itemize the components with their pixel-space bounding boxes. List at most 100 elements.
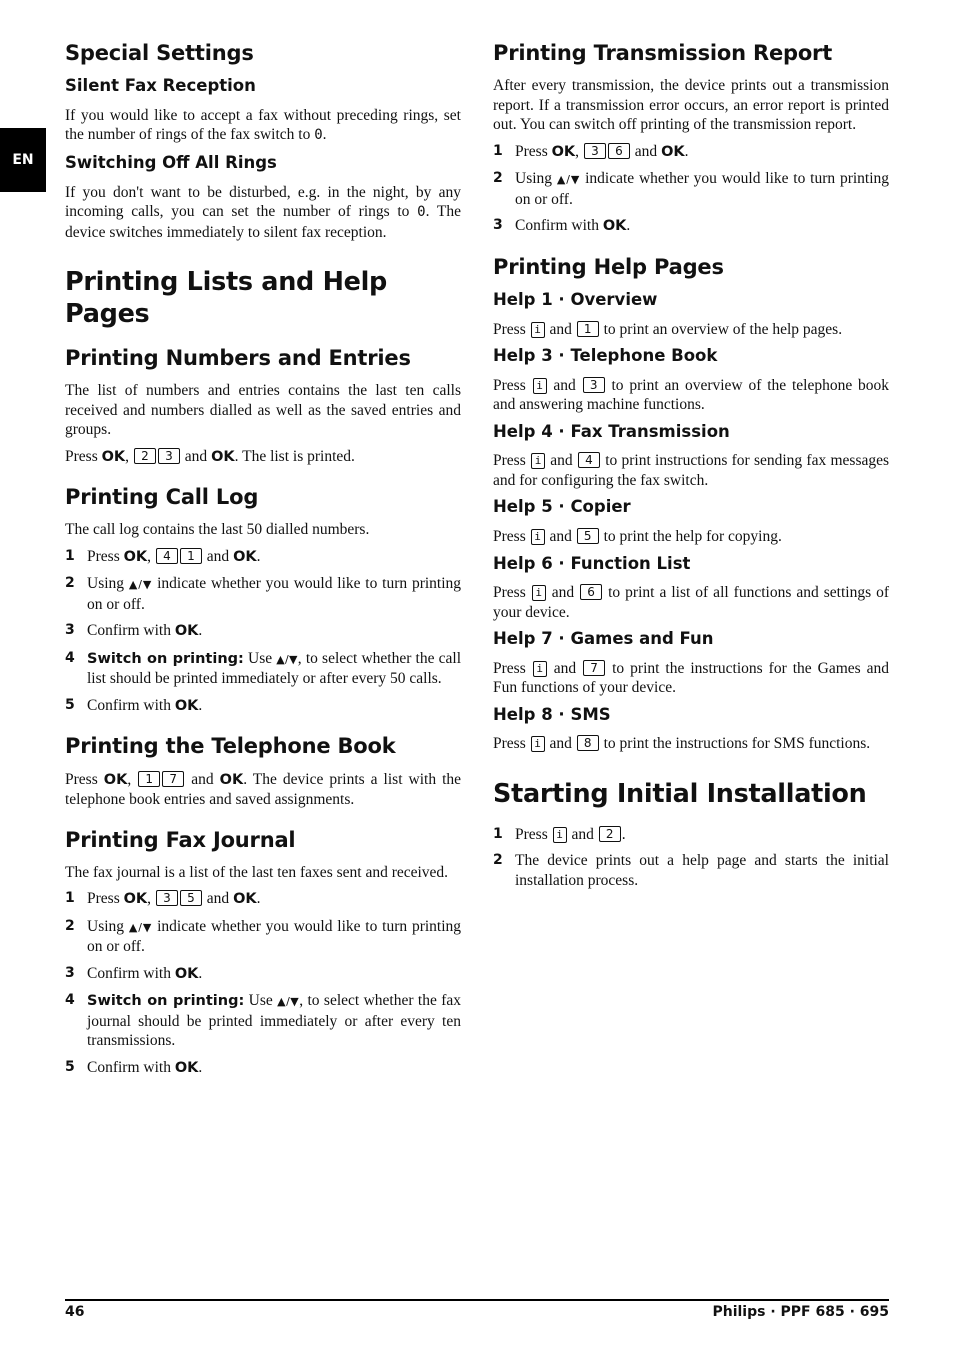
text: Confirm with: [87, 964, 171, 982]
section-title-help-pages: Printing Help Pages: [493, 254, 724, 279]
text: and: [184, 447, 208, 465]
section-title-special-settings: Special Settings: [65, 41, 254, 65]
step-number: 4: [65, 649, 75, 666]
ok-key-label: OK: [174, 965, 199, 982]
section-title-transmission-report: Printing Transmission Report: [493, 41, 833, 65]
text: Press: [65, 447, 98, 465]
step-number: 5: [65, 696, 75, 713]
step: 5 Confirm with OK.: [65, 1058, 461, 1079]
initial-installation-steps: 1 Press i and 2. 2 The device prints out a…: [493, 825, 889, 891]
help-item-text: Press i and 7 to print the instructions …: [493, 659, 889, 698]
text: Use: [248, 649, 273, 667]
section-title-call-log: Printing Call Log: [65, 485, 259, 509]
number-key: 4: [577, 452, 600, 469]
ok-key-label: OK: [233, 891, 257, 908]
text: and: [553, 659, 577, 677]
text: Press: [493, 584, 526, 602]
text: to print the instructions for SMS functi…: [603, 735, 871, 753]
chapter-title-printing-lists: Printing Lists and Help Pages: [65, 267, 388, 329]
step: 4 Switch on printing: Use ▲/▼, to select …: [65, 649, 461, 689]
ok-key-label: OK: [233, 548, 257, 565]
subsection-title-rings-off: Switching Off All Rings: [65, 152, 277, 172]
chapter-title-initial-installation: Starting Initial Installation: [493, 778, 867, 809]
number-key: 6: [580, 584, 603, 601]
call-log-steps: 1 Press OK, 41 and OK. 2 Using ▲/▼ indicat…: [65, 547, 461, 717]
numbers-entries-text: The list of numbers and entries contains…: [65, 382, 461, 438]
step-number: 1: [65, 547, 75, 564]
text: Confirm with: [515, 217, 599, 235]
step-label: Switch on printing:: [87, 993, 245, 1010]
footer-divider: [65, 1299, 889, 1301]
help-item-text: Press i and 5 to print the help for copy…: [493, 527, 889, 547]
text: If you don't want to be disturbed, e.g. …: [65, 183, 461, 221]
text: Using: [87, 917, 125, 935]
text: and: [191, 770, 214, 788]
key-4: 4: [155, 547, 178, 564]
text: .: [626, 217, 631, 235]
zero-key-glyph: 0: [417, 204, 426, 220]
number-key: 1: [576, 320, 599, 337]
text: to print the help for copying.: [603, 528, 782, 545]
step: 3 Confirm with OK.: [493, 216, 889, 237]
section-title-telephone-book: Printing the Telephone Book: [65, 734, 396, 759]
info-key: i: [531, 585, 546, 602]
text: Press: [493, 376, 526, 394]
info-key: i: [531, 453, 545, 470]
key-2: 2: [598, 825, 621, 842]
right-column: Printing Transmission Report After every…: [493, 40, 889, 897]
step: 2 Using ▲/▼ indicate whether you would li…: [65, 917, 461, 957]
text: Press: [493, 452, 526, 470]
key-3: 3: [155, 890, 178, 907]
up-down-arrows-icon: ▲/▼: [128, 578, 153, 592]
info-key: i: [552, 826, 567, 843]
ok-key-label: OK: [101, 448, 126, 465]
info-key: i: [530, 529, 545, 545]
text: .: [621, 825, 626, 843]
step-number: 4: [65, 992, 75, 1009]
text: Press: [493, 659, 526, 677]
text: and: [549, 528, 572, 545]
help-item-title: Help 6 · Function List: [493, 553, 691, 573]
key-1: 1: [138, 770, 161, 787]
info-key: i: [530, 321, 545, 338]
help-item-text: Press i and 1 to print an overview of th…: [493, 320, 889, 340]
step: 1 Press OK, 36 and OK.: [493, 142, 889, 163]
ok-key-label: OK: [174, 623, 199, 640]
text: and: [549, 735, 572, 753]
text: and: [634, 142, 658, 160]
rings-off-text: If you don't want to be disturbed, e.g. …: [65, 183, 461, 243]
up-down-arrows-icon: ▲/▼: [276, 652, 298, 666]
key-2: 2: [133, 447, 156, 464]
help-item-text: Press i and 4 to print instructions for …: [493, 451, 889, 490]
telephone-book-instruction: Press OK, 17 and OK. The device prints a…: [65, 770, 462, 808]
step-number: 3: [65, 622, 75, 639]
text: to print an overview of the help pages.: [603, 320, 843, 338]
text: Use: [248, 992, 273, 1010]
number-key: 5: [576, 528, 599, 544]
text: .: [322, 126, 327, 144]
text: Using: [87, 575, 125, 593]
text: .: [198, 622, 203, 640]
step: 1 Press OK, 35 and OK.: [65, 889, 461, 910]
ok-key-label: OK: [551, 143, 576, 160]
up-down-arrows-icon: ▲/▼: [556, 173, 581, 187]
number-key: 7: [583, 659, 606, 676]
text: .: [256, 547, 261, 565]
help-item-title: Help 4 · Fax Transmission: [493, 421, 730, 441]
help-item-title: Help 3 · Telephone Book: [493, 346, 718, 366]
key-7: 7: [162, 770, 185, 787]
ok-key-label: OK: [602, 218, 627, 235]
text: Press: [515, 142, 548, 160]
step-number: 1: [65, 890, 75, 907]
language-tab: EN: [0, 128, 46, 192]
text: The device prints out a help page and st…: [515, 852, 889, 889]
help-item-title: Help 7 · Games and Fun: [493, 629, 714, 649]
step-label: Switch on printing:: [87, 650, 244, 667]
step: 3 Confirm with OK.: [65, 964, 461, 985]
key-6: 6: [607, 142, 630, 159]
silent-fax-text: If you would like to accept a fax withou…: [65, 106, 461, 146]
ok-key-label: OK: [123, 891, 148, 908]
text: Press: [87, 547, 120, 565]
step-number: 3: [493, 217, 503, 234]
ok-key-label: OK: [219, 771, 244, 788]
